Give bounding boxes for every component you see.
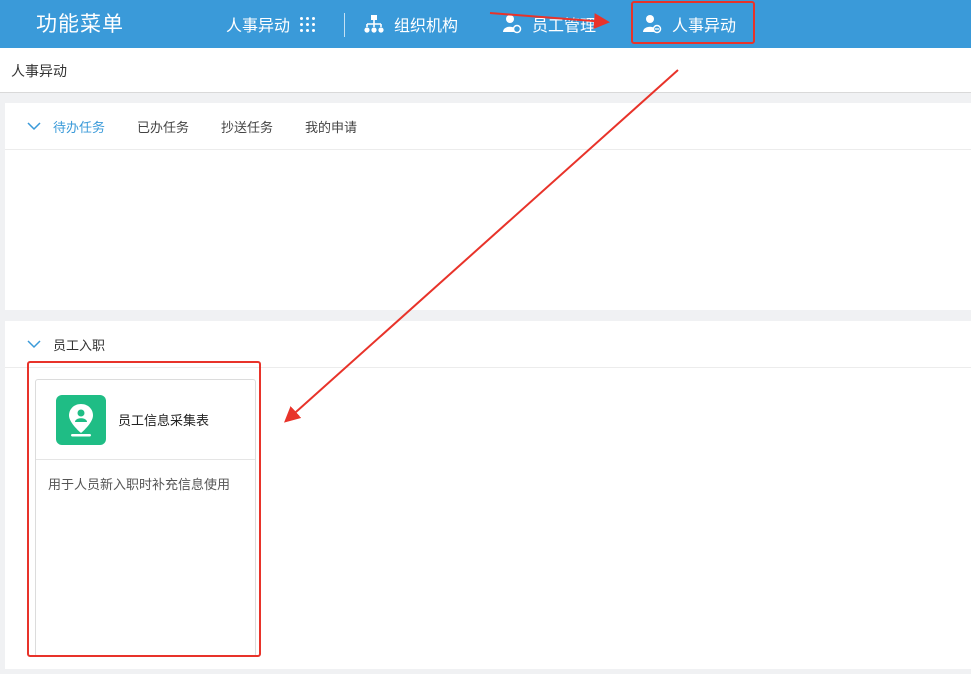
tab-done[interactable]: 已办任务 (137, 117, 189, 136)
page-title-bar: 人事异动 (0, 48, 971, 93)
nav-item-transfer-menu[interactable]: 人事异动 (226, 0, 316, 48)
nav-label: 员工管理 (532, 16, 597, 35)
org-chart-icon (364, 14, 384, 34)
tab-pending[interactable]: 待办任务 (53, 117, 105, 136)
user-settings-icon (502, 14, 522, 34)
nav-divider (344, 13, 345, 37)
annotation-box-nav (631, 1, 755, 44)
chevron-down-icon[interactable] (27, 119, 41, 133)
tab-my-requests[interactable]: 我的申请 (305, 117, 357, 136)
nav-item-staff[interactable]: 员工管理 (502, 0, 596, 48)
tasks-panel: 待办任务 已办任务 抄送任务 我的申请 (5, 103, 971, 310)
nav-label: 组织机构 (394, 16, 459, 35)
chevron-down-icon[interactable] (27, 337, 41, 351)
onboarding-title: 员工入职 (53, 338, 106, 354)
tab-cc[interactable]: 抄送任务 (221, 117, 273, 136)
nav-label: 人事异动 (226, 16, 291, 35)
annotation-box-card (27, 361, 261, 657)
tasks-tab-bar: 待办任务 已办任务 抄送任务 我的申请 (5, 103, 971, 150)
grid-dots-icon (300, 16, 316, 32)
top-nav-bar: 功能菜单 人事异动 组织机构 员工管理 人事异动 (0, 0, 971, 48)
nav-item-org[interactable]: 组织机构 (364, 0, 458, 48)
brand-title: 功能菜单 (36, 12, 124, 36)
page-title: 人事异动 (11, 64, 67, 80)
